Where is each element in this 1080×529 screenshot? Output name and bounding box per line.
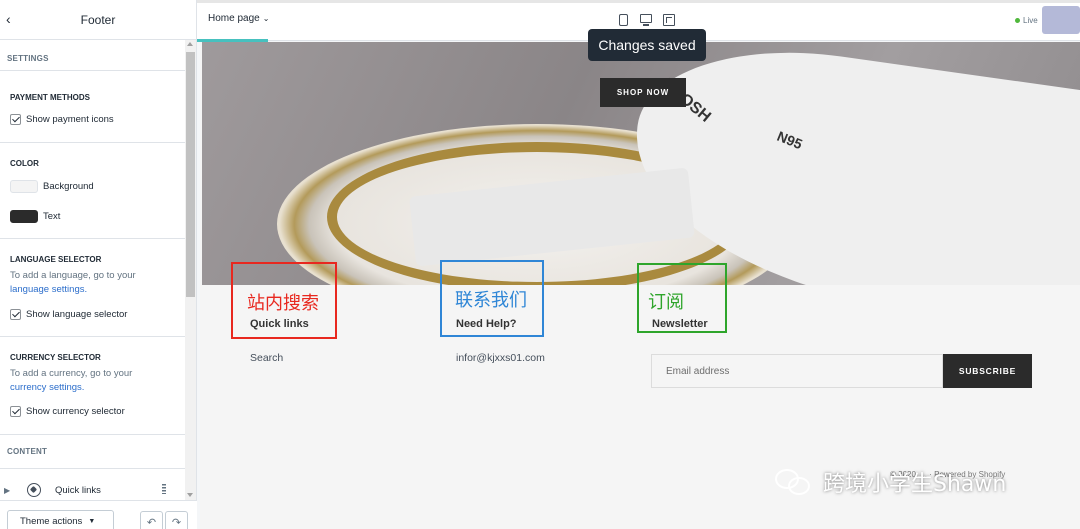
divider <box>0 142 185 143</box>
scroll-up-arrow-icon[interactable] <box>187 42 193 46</box>
currency-help-text: To add a currency, go to your currency s… <box>10 367 175 395</box>
redo-button[interactable]: ↷ <box>165 511 188 529</box>
chevron-left-icon[interactable]: ‹ <box>6 11 11 27</box>
show-currency-selector-label: Show currency selector <box>26 406 125 417</box>
compass-icon <box>27 483 41 497</box>
footer-quick-links-heading: Quick links <box>250 318 309 330</box>
fullscreen-icon[interactable] <box>663 14 675 26</box>
footer-newsletter-heading: Newsletter <box>652 318 708 330</box>
sidebar-settings-panel: SETTINGS PAYMENT METHODS Show payment ic… <box>0 40 185 500</box>
undo-icon: ↶ <box>146 516 157 529</box>
background-color-label: Background <box>43 181 94 192</box>
watermark-text: 跨境小学生Shawn <box>823 472 1007 497</box>
storefront-preview: N95 DNOSH SHOP NOW 站内搜索 联系我们 订阅 Quick li… <box>200 42 1080 529</box>
divider <box>0 70 185 71</box>
footer-email-link[interactable]: infor@kjxxs01.com <box>456 352 545 364</box>
checkbox-checked-icon[interactable] <box>10 406 21 417</box>
currency-settings-link[interactable]: currency settings. <box>10 382 84 393</box>
text-color-setting[interactable]: Text <box>10 210 60 223</box>
show-payment-icons-checkbox[interactable]: Show payment icons <box>10 114 114 125</box>
color-title: COLOR <box>10 159 39 168</box>
quick-links-block[interactable]: ▶ Quick links <box>0 480 185 500</box>
divider <box>0 336 185 337</box>
show-language-selector-label: Show language selector <box>26 309 128 320</box>
text-color-label: Text <box>43 211 61 222</box>
chevron-right-icon[interactable]: ▶ <box>4 486 10 495</box>
content-section-label: CONTENT <box>7 447 48 456</box>
sidebar-scrollbar[interactable] <box>185 40 196 500</box>
theme-actions-button[interactable]: Theme actions ▼ <box>7 510 114 529</box>
language-help-text: To add a language, go to your language s… <box>10 269 175 297</box>
scroll-down-arrow-icon[interactable] <box>187 493 193 497</box>
language-help-prefix: To add a language, go to your <box>10 270 136 281</box>
footer-search-link[interactable]: Search <box>250 352 283 364</box>
language-settings-link[interactable]: language settings. <box>10 284 87 295</box>
scrollbar-thumb[interactable] <box>186 52 195 297</box>
page-selector-label: Home page <box>208 13 260 24</box>
redo-icon: ↷ <box>171 516 182 529</box>
sidebar-title: Footer <box>80 12 116 27</box>
theme-editor-sidebar: ‹ Footer SETTINGS PAYMENT METHODS Show p… <box>0 0 197 529</box>
live-status: Live <box>1015 16 1038 25</box>
annotation-text: 站内搜索 <box>247 293 319 314</box>
settings-section-label: SETTINGS <box>7 54 49 63</box>
desktop-icon[interactable] <box>640 14 652 26</box>
annotation-text: 联系我们 <box>455 290 527 311</box>
text-color-swatch[interactable] <box>10 210 38 223</box>
watermark: 跨境小学生Shawn <box>775 466 1006 498</box>
caret-down-icon: ▼ <box>88 517 96 525</box>
undo-button[interactable]: ↶ <box>140 511 163 529</box>
wechat-logo-icon <box>775 467 815 497</box>
background-color-setting[interactable]: Background <box>10 180 94 193</box>
show-currency-selector-checkbox[interactable]: Show currency selector <box>10 406 125 417</box>
changes-saved-toast: Changes saved <box>588 29 706 61</box>
subscribe-button[interactable]: SUBSCRIBE <box>943 354 1032 388</box>
chevron-down-icon: ⌄ <box>262 14 270 23</box>
topbar-edge <box>197 0 1080 3</box>
background-color-swatch[interactable] <box>10 180 38 193</box>
divider <box>0 468 185 469</box>
page-selector[interactable]: Home page ⌄ <box>208 13 269 24</box>
hero-image: N95 DNOSH SHOP NOW <box>202 42 1080 285</box>
live-label: Live <box>1023 16 1038 25</box>
sidebar-footer: Theme actions ▼ ↶ ↷ <box>0 500 197 529</box>
show-language-selector-checkbox[interactable]: Show language selector <box>10 309 127 320</box>
publish-button[interactable] <box>1042 6 1080 34</box>
shop-now-button[interactable]: SHOP NOW <box>600 78 686 107</box>
divider <box>0 238 185 239</box>
language-selector-title: LANGUAGE SELECTOR <box>10 255 102 264</box>
drag-handle-icon[interactable] <box>162 484 166 494</box>
mobile-icon[interactable] <box>619 14 628 26</box>
footer-need-help-heading: Need Help? <box>456 318 517 330</box>
annotation-text: 订阅 <box>648 292 684 313</box>
currency-selector-title: CURRENCY SELECTOR <box>10 353 101 362</box>
show-payment-icons-label: Show payment icons <box>26 114 114 125</box>
newsletter-email-input[interactable]: Email address <box>651 354 943 388</box>
sidebar-header: ‹ Footer <box>0 0 196 40</box>
payment-methods-title: PAYMENT METHODS <box>10 93 91 102</box>
live-dot-icon <box>1015 18 1020 23</box>
currency-help-prefix: To add a currency, go to your <box>10 368 133 379</box>
quick-links-label: Quick links <box>55 484 101 496</box>
checkbox-checked-icon[interactable] <box>10 114 21 125</box>
theme-actions-label: Theme actions <box>20 515 83 527</box>
checkbox-checked-icon[interactable] <box>10 309 21 320</box>
divider <box>0 434 185 435</box>
